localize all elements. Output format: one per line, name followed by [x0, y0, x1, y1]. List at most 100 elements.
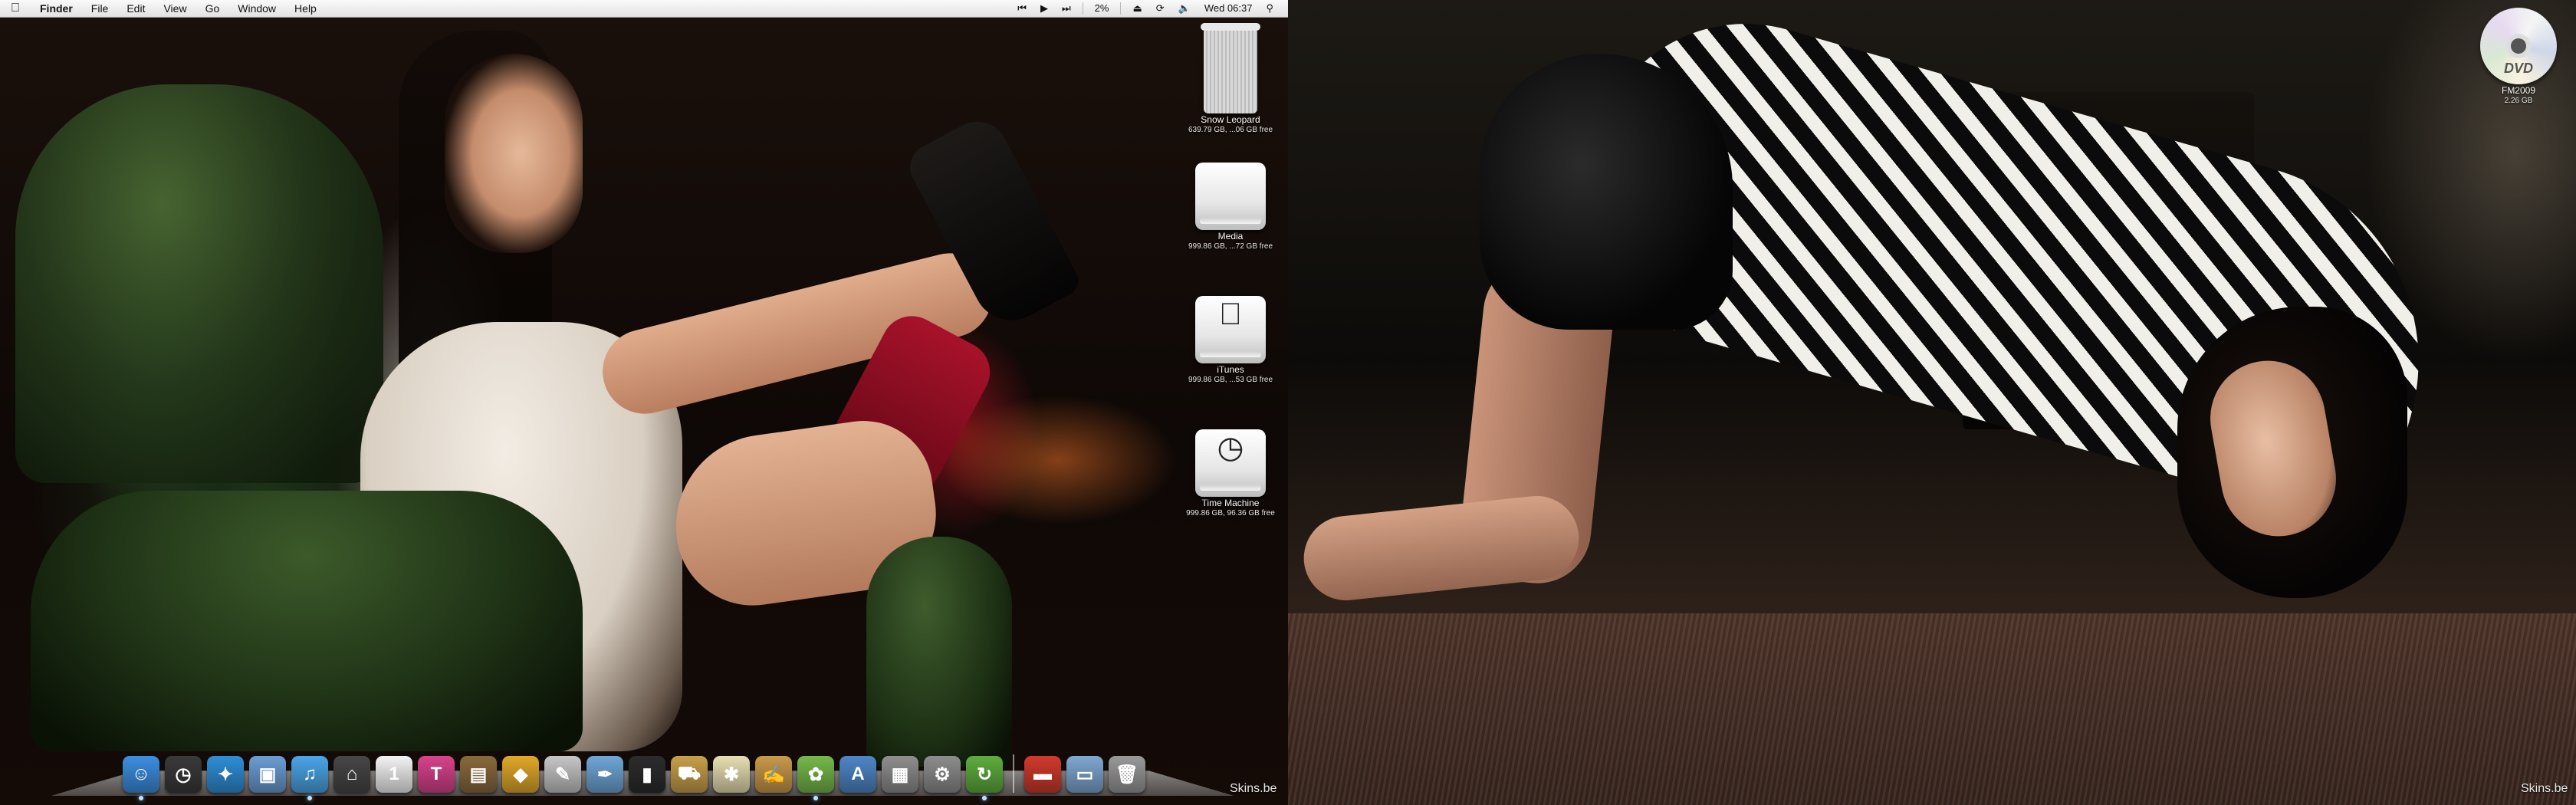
time-machine-drive-icon: ◷ — [1195, 429, 1266, 497]
dock-item-textedit[interactable]: ✒ — [586, 756, 623, 793]
photos-icon: ▦ — [891, 764, 909, 785]
documents-icon: ▭ — [1076, 764, 1094, 785]
dock-item-transmit[interactable]: ⛟ — [671, 756, 708, 793]
preview-icon: ▣ — [258, 764, 277, 785]
trash-icon: 🗑 — [1115, 764, 1139, 785]
dock-item-ical[interactable]: 1 — [376, 756, 412, 793]
play-icon[interactable]: ▶ — [1033, 0, 1055, 17]
external-drive-icon — [1195, 163, 1266, 230]
cpu-usage[interactable]: 2% — [1088, 0, 1116, 17]
right-desktop: DVD FM2009 2.26 GB Skins.be — [1288, 0, 2576, 805]
desktop-icon-label: iTunes — [1217, 364, 1244, 375]
transmit-icon: ⛟ — [677, 763, 702, 784]
dock-separator — [1013, 754, 1014, 793]
dock-item-itunes[interactable]: ♫ — [291, 756, 328, 800]
xcode-icon: A — [851, 764, 865, 784]
menu-view[interactable]: View — [154, 0, 196, 17]
desktop-icon-info: 2.26 GB — [2504, 97, 2533, 105]
safari-icon: ✦ — [217, 764, 234, 785]
dock-item-app[interactable]: ✎ — [544, 756, 581, 793]
desktop-icon-time-machine[interactable]: ◷ Time Machine 999.86 GB, 96.36 GB free — [1173, 429, 1288, 518]
typinator-icon: T — [430, 764, 442, 784]
dock-item-xcode[interactable]: A — [840, 756, 876, 793]
menu-separator — [1120, 2, 1122, 15]
wallpaper-rug — [1288, 613, 2576, 805]
apple-menu-icon[interactable]:  — [0, 2, 31, 15]
desktop-icon-info: 639.79 GB, ...06 GB free — [1188, 126, 1273, 134]
desktop-icon-media[interactable]: Media 999.86 GB, ...72 GB free — [1173, 163, 1288, 251]
desktop-icon-label: FM2009 — [2501, 85, 2536, 96]
dock-item-preview[interactable]: ▣ — [249, 756, 286, 793]
watermark-right: Skins.be — [2521, 782, 2568, 795]
clock[interactable]: Wed 06:37 — [1198, 0, 1260, 17]
textedit-icon: ✒ — [596, 764, 613, 785]
menu-go[interactable]: Go — [196, 0, 229, 17]
desktop-icon-label: Time Machine — [1201, 498, 1260, 508]
fast-forward-icon[interactable]: ⏭ — [1055, 0, 1078, 17]
menu-app-name[interactable]: Finder — [31, 0, 82, 17]
wallpaper-chair-arm — [31, 491, 583, 751]
dock-item-iphoto[interactable]: ▤ — [460, 756, 497, 793]
dock-item-pages[interactable]: ✍ — [755, 756, 792, 793]
ical-icon: 1 — [389, 764, 399, 784]
finder-icon: ☺ — [131, 764, 151, 784]
terminal-icon: ▮ — [642, 764, 652, 785]
adium-icon: ✿ — [807, 764, 824, 785]
dock-item-bowtie[interactable]: ✱ — [713, 756, 750, 793]
desktop-icon-info: 999.86 GB, 96.36 GB free — [1186, 509, 1275, 518]
spotlight-search-icon[interactable]: ⚲ — [1259, 0, 1280, 17]
dvd-disc-icon: DVD — [2480, 8, 2557, 84]
dock-item-photos[interactable]: ▦ — [882, 756, 918, 793]
dock-item-documents[interactable]: ▭ — [1066, 756, 1103, 793]
apple-drive-icon:  — [1195, 296, 1266, 363]
left-desktop:  Finder File Edit View Go Window Help ⏮… — [0, 0, 1288, 805]
cycle-icon: ↻ — [976, 764, 993, 785]
spaces-icon: ⌂ — [346, 764, 358, 784]
transmission-icon: ◆ — [513, 764, 528, 785]
menu-help[interactable]: Help — [285, 0, 326, 17]
menu-edit[interactable]: Edit — [117, 0, 154, 17]
dock-item-safari[interactable]: ✦ — [207, 756, 244, 793]
desktop-icon-info: 999.86 GB, ...53 GB free — [1188, 376, 1273, 384]
rewind-icon[interactable]: ⏮ — [1010, 0, 1033, 17]
mac-pro-icon — [1201, 23, 1260, 113]
eject-icon[interactable]: ⏏ — [1125, 0, 1148, 17]
dock-item-adium[interactable]: ✿ — [797, 756, 834, 800]
wallpaper-lower-leg — [1300, 491, 1583, 605]
dock-item-terminal[interactable]: ▮ — [629, 756, 665, 793]
dock-item-typinator[interactable]: T — [418, 756, 455, 793]
wallpaper-chair-arm-right — [866, 537, 1012, 767]
desktop-icon-info: 999.86 GB, ...72 GB free — [1188, 242, 1273, 251]
desktop-icon-label: Snow Leopard — [1201, 114, 1260, 125]
dock-item-cycle[interactable]: ↻ — [966, 756, 1003, 800]
dock-item-transmission[interactable]: ◆ — [502, 756, 539, 793]
menu-file[interactable]: File — [82, 0, 118, 17]
dock-item-system-preferences[interactable]: ⚙ — [924, 756, 961, 793]
desktop-icon-snow-leopard[interactable]: Snow Leopard 639.79 GB, ...06 GB free — [1173, 23, 1288, 135]
toolbox-icon: ▬ — [1033, 764, 1052, 784]
wallpaper-black-shorts — [1480, 54, 1733, 330]
volume-icon[interactable]: 🔈 — [1171, 0, 1198, 17]
desktop-icon-itunes[interactable]:  iTunes 999.86 GB, ...53 GB free — [1173, 296, 1288, 385]
dashboard-icon: ◷ — [175, 764, 192, 785]
wallpaper-chair — [15, 84, 383, 483]
wallpaper-figure-head — [445, 54, 583, 253]
dock-item-toolbox[interactable]: ▬ — [1024, 756, 1061, 793]
system-preferences-icon: ⚙ — [934, 764, 951, 785]
dock-item-finder[interactable]: ☺ — [123, 756, 159, 800]
itunes-icon: ♫ — [303, 764, 317, 784]
menu-extras: ⏮ ▶ ⏭ 2% ⏏ ⟳ 🔈 Wed 06:37 ⚲ — [1010, 0, 1288, 17]
dvd-label: DVD — [2503, 61, 2533, 76]
app-icon: ✎ — [554, 764, 571, 785]
iphoto-icon: ▤ — [469, 764, 488, 785]
pages-icon: ✍ — [762, 764, 785, 785]
desktop-icon-label: Media — [1217, 231, 1244, 242]
dock-item-trash[interactable]: 🗑 — [1109, 756, 1145, 793]
sync-icon[interactable]: ⟳ — [1149, 0, 1171, 17]
menu-window[interactable]: Window — [228, 0, 285, 17]
bowtie-icon: ✱ — [723, 764, 740, 785]
dock-item-dashboard[interactable]: ◷ — [165, 756, 202, 793]
desktop-icon-fm2009[interactable]: DVD FM2009 2.26 GB — [2461, 8, 2576, 106]
menu-bar:  Finder File Edit View Go Window Help ⏮… — [0, 0, 1288, 18]
dock-item-spaces[interactable]: ⌂ — [334, 756, 370, 793]
